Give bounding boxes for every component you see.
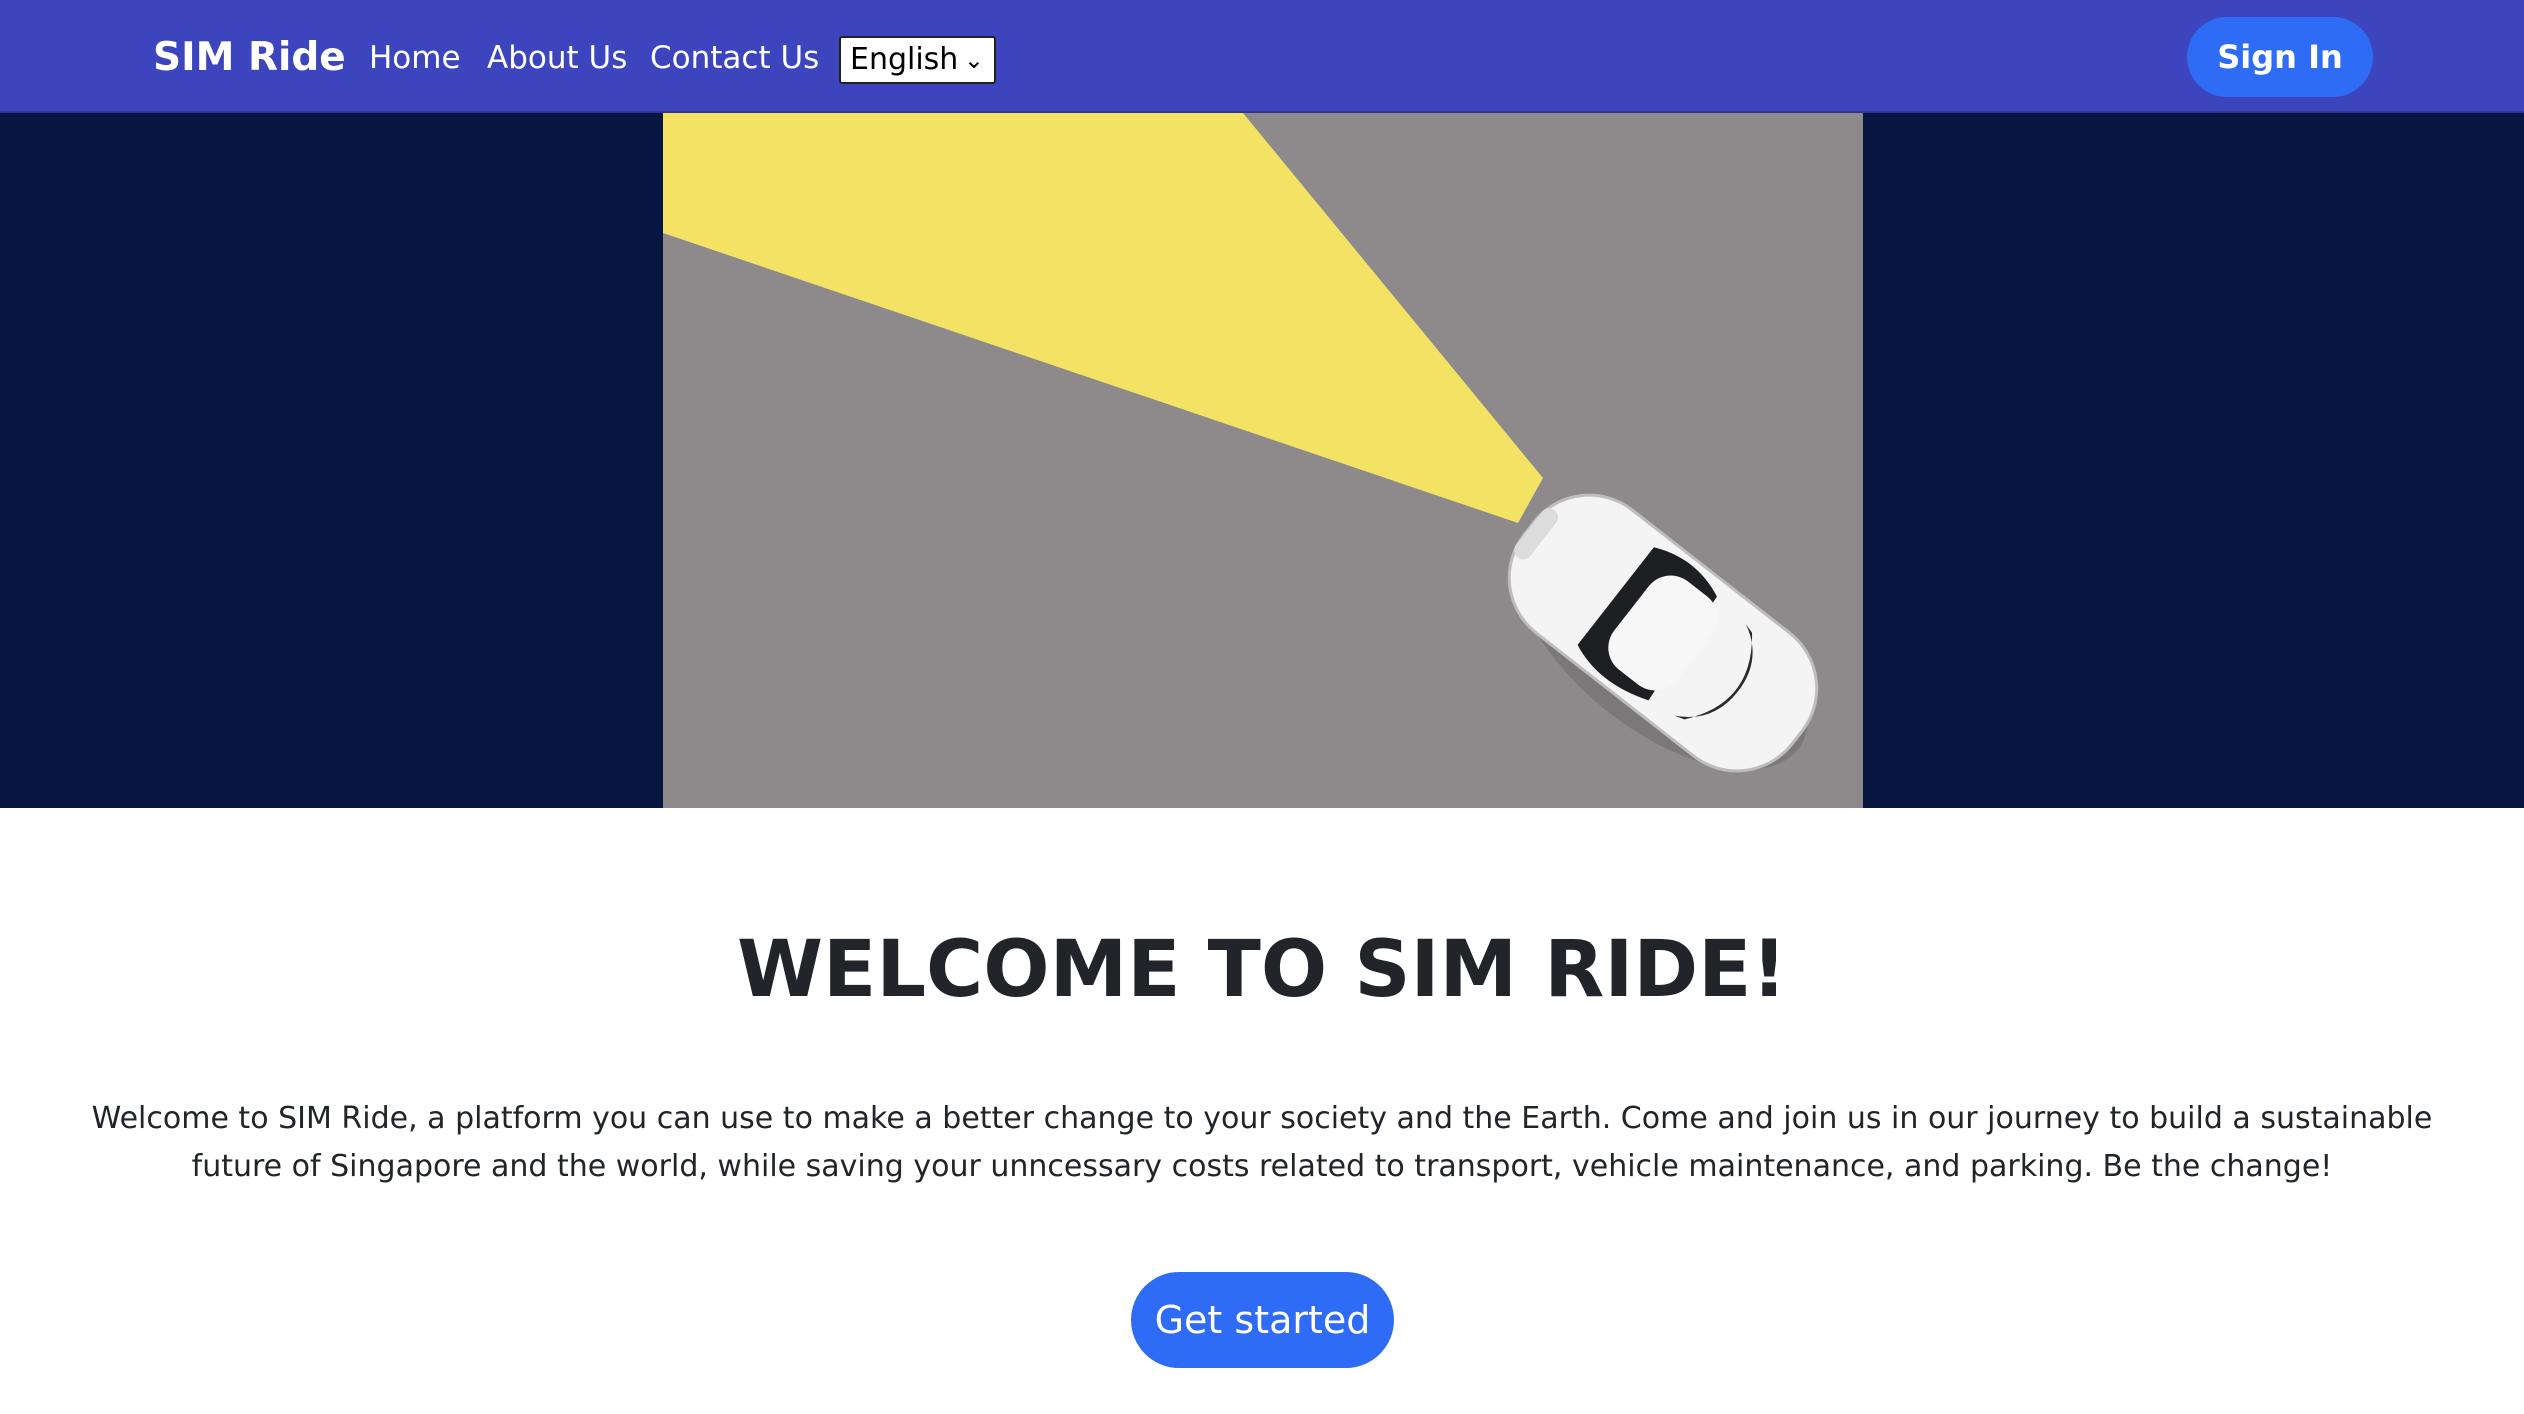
hero-image: [663, 113, 1863, 808]
brand-logo[interactable]: SIM Ride: [153, 30, 346, 86]
nav-link-contact-us[interactable]: Contact Us: [650, 33, 819, 83]
intro-description: Welcome to SIM Ride, a platform you can …: [91, 1101, 2433, 1184]
page-title: WELCOME TO SIM RIDE!: [737, 925, 1787, 1015]
language-selected-value: English: [850, 42, 959, 77]
chevron-down-icon: ⌄: [963, 46, 984, 74]
sign-in-button[interactable]: Sign In: [2187, 17, 2373, 97]
language-select[interactable]: English ⌄: [839, 36, 996, 84]
top-navbar: SIM Ride Home About Us Contact Us Englis…: [0, 0, 2524, 113]
nav-link-home[interactable]: Home: [369, 33, 461, 83]
hero-banner: [0, 113, 2524, 808]
nav-link-about-us[interactable]: About Us: [487, 33, 627, 83]
get-started-button[interactable]: Get started: [1131, 1272, 1394, 1368]
